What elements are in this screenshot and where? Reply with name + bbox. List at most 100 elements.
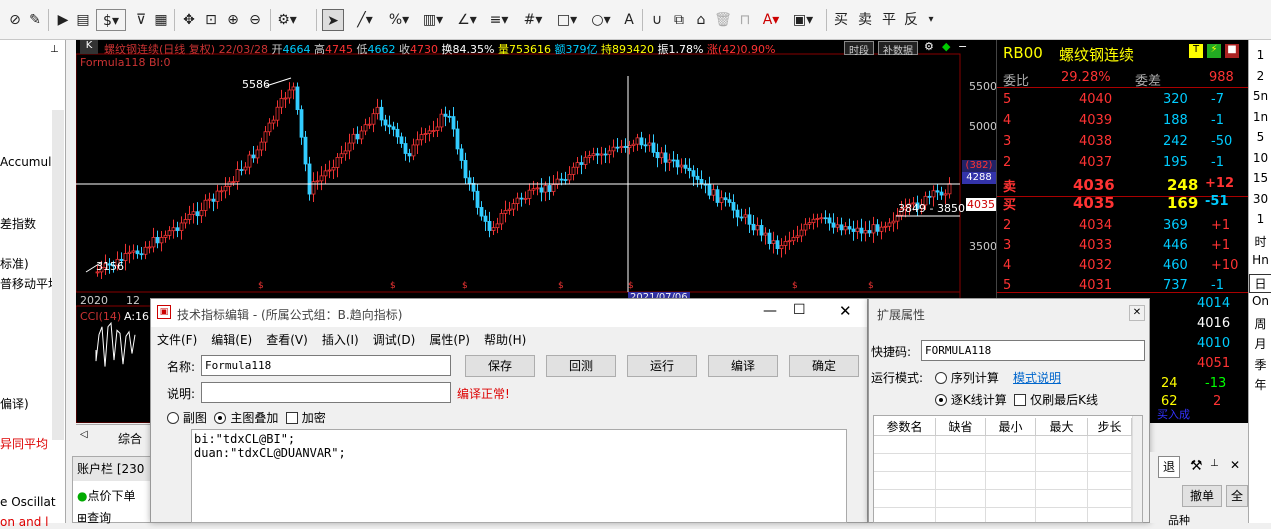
compile-button[interactable]: 编译 [708, 355, 778, 377]
param-cell[interactable] [986, 490, 1036, 508]
list-item[interactable]: 差指数 [0, 215, 36, 232]
filter-icon[interactable]: ⊽ [130, 9, 152, 31]
seq-radio[interactable] [935, 372, 947, 384]
period-item[interactable]: 15 [1249, 171, 1271, 185]
diamond-icon[interactable]: ◆ [942, 40, 950, 53]
period-item[interactable]: 月 [1249, 335, 1271, 352]
list-item[interactable]: 偏译) [0, 395, 29, 412]
query-item[interactable]: ⊞查询 [77, 509, 111, 526]
bid-level-row[interactable]: 3 4033 446 +1 [997, 236, 1249, 256]
flat-button[interactable]: 平 [878, 9, 900, 31]
close-icon[interactable]: ✕ [1230, 458, 1240, 472]
magnet-icon[interactable]: ∪ [646, 9, 668, 31]
param-cell[interactable] [1088, 454, 1132, 472]
last-bar-checkbox[interactable] [1014, 394, 1027, 406]
save-icon[interactable]: ▣▾ [792, 9, 814, 31]
backtest-button[interactable]: 回测 [546, 355, 616, 377]
period-item[interactable]: 季 [1249, 356, 1271, 373]
ask-level-row[interactable]: 3 4038 242 -50 [997, 132, 1249, 152]
step-radio[interactable] [935, 394, 947, 406]
edit-icon[interactable]: ✎ [24, 9, 46, 31]
menu-item[interactable]: 属性(P) [429, 333, 470, 347]
encrypt-checkbox[interactable] [285, 412, 298, 424]
select-all-button[interactable]: 全 [1226, 485, 1248, 507]
menu-item[interactable]: 查看(V) [266, 333, 308, 347]
param-scrollbar[interactable] [1132, 416, 1142, 522]
mode-step-option[interactable]: 逐K线计算 仅刷最后K线 [935, 391, 1098, 408]
maximize-icon[interactable]: ☐ [793, 302, 806, 318]
period-item[interactable]: 时 [1249, 233, 1271, 250]
mode-seq-option[interactable]: 序列计算 [935, 369, 999, 386]
param-table[interactable]: 参数名 缺省 最小 最大 步长 [873, 415, 1143, 523]
flash-icon[interactable]: ⚡ [1207, 44, 1221, 58]
circle-icon[interactable]: ○▾ [590, 9, 612, 31]
settings-icon[interactable]: ⚙ [924, 40, 934, 53]
percent-icon[interactable]: %▾ [388, 9, 410, 31]
period-item[interactable]: On [1249, 294, 1271, 308]
reverse-button[interactable]: 反 [900, 9, 922, 31]
list-item[interactable]: Accumul [0, 155, 51, 169]
angle-icon[interactable]: ∠▾ [456, 9, 478, 31]
tab-overview[interactable]: 综合 [118, 430, 142, 447]
param-cell[interactable] [936, 508, 986, 522]
period-item[interactable]: 年 [1249, 376, 1271, 393]
ask-level-row[interactable]: 4 4039 188 -1 [997, 111, 1249, 131]
back-button[interactable]: 退 [1158, 456, 1180, 478]
param-cell[interactable] [1036, 508, 1088, 522]
close-icon[interactable]: ✕ [1129, 305, 1145, 321]
menu-item[interactable]: 调试(D) [373, 333, 416, 347]
sub-chart-radio[interactable] [167, 412, 179, 424]
period-item[interactable]: 周 [1249, 315, 1271, 332]
ask-level-row[interactable]: 卖 4036 248 +12 [997, 174, 1249, 195]
period-item[interactable]: 1 [1249, 48, 1271, 62]
menu-item[interactable]: 编辑(E) [211, 333, 252, 347]
list-item[interactable]: 异同平均 [0, 435, 48, 452]
param-cell[interactable] [1036, 454, 1088, 472]
unlock-icon[interactable]: ⊓ [734, 9, 756, 31]
rect-icon[interactable]: □▾ [556, 9, 578, 31]
zoom-in-icon[interactable]: ⊕ [222, 9, 244, 31]
menu-item[interactable]: 插入(I) [322, 333, 359, 347]
ban-icon[interactable]: ⊘ [4, 9, 26, 31]
period-item[interactable]: 1n [1249, 110, 1271, 124]
list-scrollbar[interactable] [52, 110, 64, 440]
period-item[interactable]: 5n [1249, 89, 1271, 103]
ask-level-row[interactable]: 2 4037 195 -1 [997, 153, 1249, 173]
param-cell[interactable] [936, 490, 986, 508]
move-icon[interactable]: ✥ [178, 9, 200, 31]
param-cell[interactable] [1036, 472, 1088, 490]
hotkey-input[interactable]: FORMULA118 [921, 340, 1145, 361]
param-cell[interactable] [936, 472, 986, 490]
ok-button[interactable]: 确定 [789, 355, 859, 377]
lock-icon[interactable]: ⌂ [690, 9, 712, 31]
currency-dropdown[interactable]: $▾ [96, 9, 126, 31]
period-item[interactable]: 30 [1249, 192, 1271, 206]
table-icon[interactable]: ▦ [150, 9, 172, 31]
bid-level-row[interactable]: 4 4032 460 +10 [997, 256, 1249, 276]
menu-item[interactable]: 帮助(H) [484, 333, 526, 347]
play-icon[interactable]: ▶ [52, 9, 74, 31]
run-button[interactable]: 运行 [627, 355, 697, 377]
param-cell[interactable] [874, 490, 936, 508]
desc-input[interactable] [201, 382, 451, 403]
param-cell[interactable] [1088, 490, 1132, 508]
list-item[interactable]: 标准) [0, 255, 29, 272]
period-item[interactable]: 5 [1249, 130, 1271, 144]
param-cell[interactable] [1036, 436, 1088, 454]
param-cell[interactable] [874, 472, 936, 490]
bid-level-row[interactable]: 2 4034 369 +1 [997, 216, 1249, 236]
cursor-icon[interactable]: ➤ [322, 9, 344, 31]
mode-help-link[interactable]: 模式说明 [1013, 369, 1061, 386]
bid-level-row[interactable]: 5 4031 737 -1 [997, 276, 1249, 296]
period-item[interactable]: 1 [1249, 212, 1271, 226]
name-input[interactable]: Formula118 [201, 355, 451, 376]
param-cell[interactable] [986, 472, 1036, 490]
param-cell[interactable] [1088, 436, 1132, 454]
grid-icon[interactable]: #▾ [522, 9, 544, 31]
ask-level-row[interactable]: 5 4040 320 -7 [997, 90, 1249, 110]
period-button[interactable]: 时段 [844, 41, 874, 57]
period-item[interactable]: 2 [1249, 69, 1271, 83]
copy-icon[interactable]: ⧉ [668, 9, 690, 31]
param-cell[interactable] [874, 436, 936, 454]
minus-icon[interactable]: − [958, 40, 967, 53]
